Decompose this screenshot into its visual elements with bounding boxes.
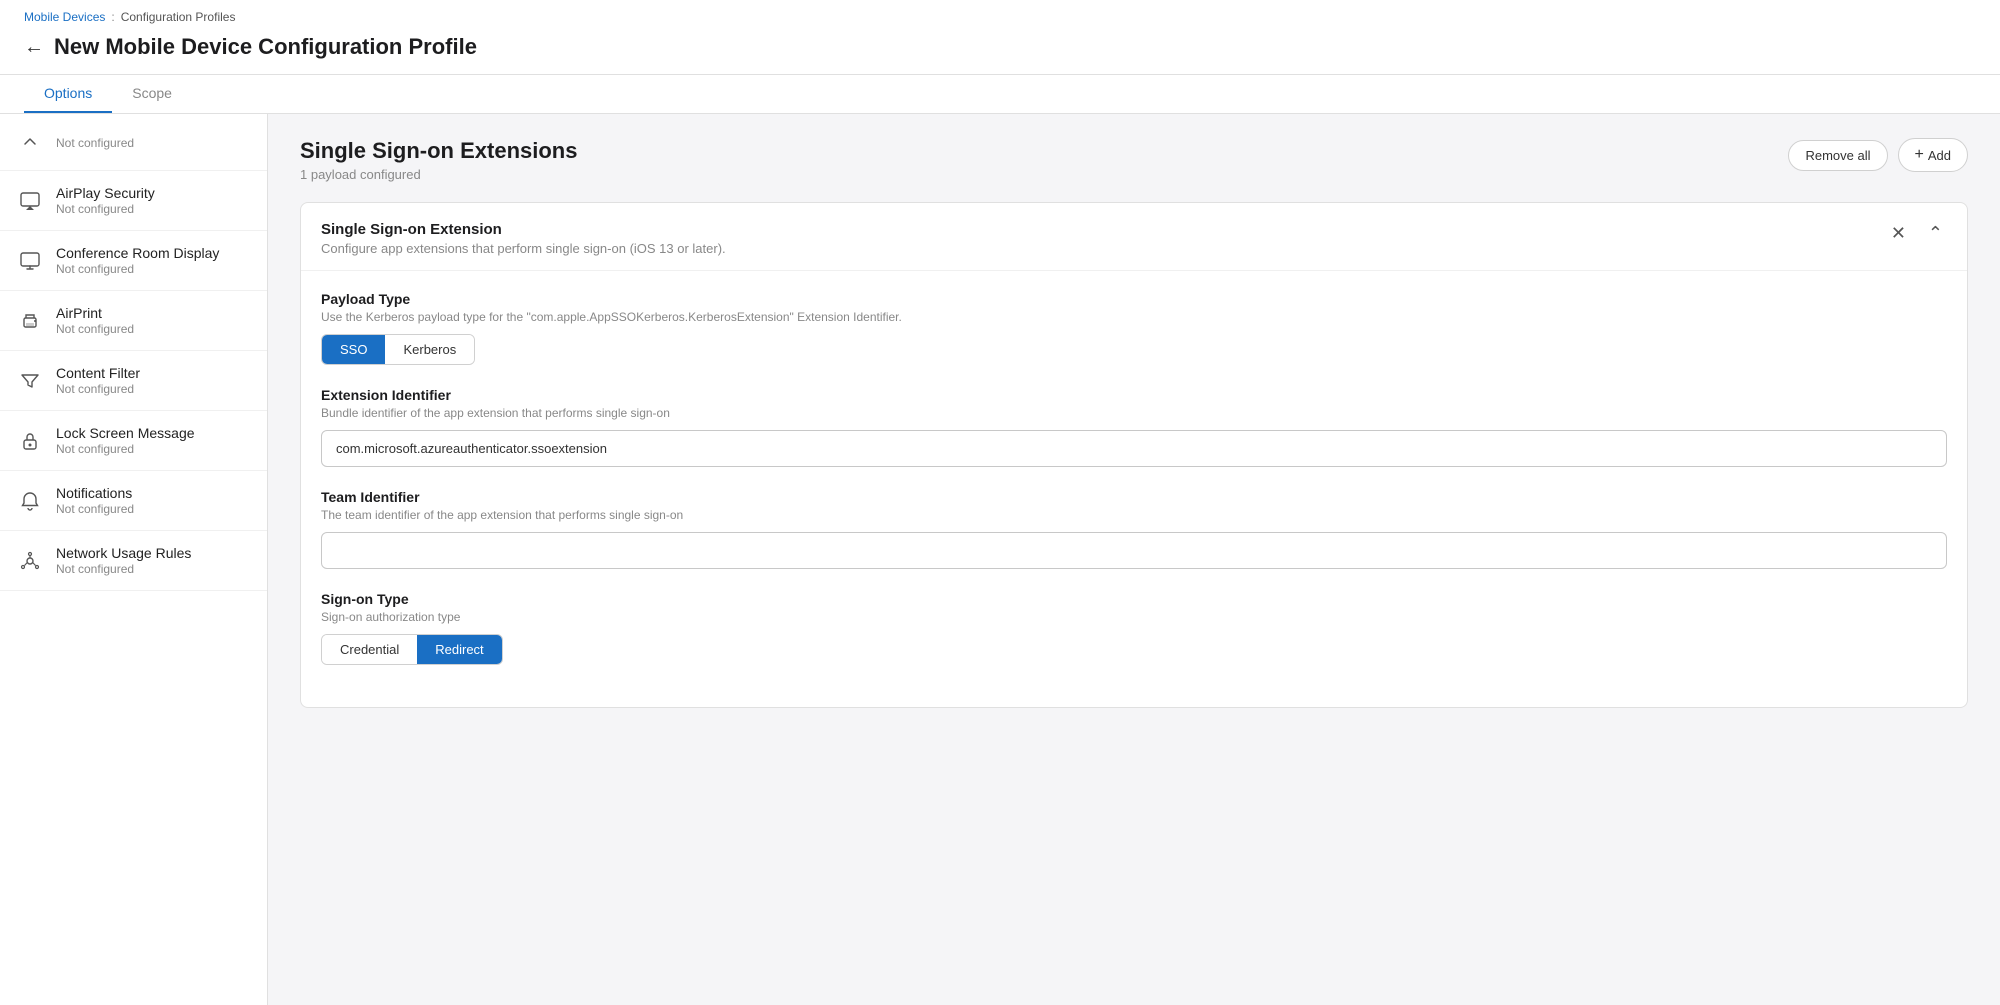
extension-identifier-label: Extension Identifier	[321, 387, 1947, 403]
content-filter-status: Not configured	[56, 382, 140, 396]
content-filter-label: Content Filter	[56, 365, 140, 381]
sidebar-item-top: Not configured	[0, 114, 267, 171]
card-description: Configure app extensions that perform si…	[321, 241, 726, 256]
breadcrumb-parent[interactable]: Mobile Devices	[24, 10, 105, 24]
card-close-button[interactable]: ✕	[1887, 221, 1910, 246]
card-collapse-button[interactable]: ⌃	[1924, 221, 1947, 246]
team-identifier-label: Team Identifier	[321, 489, 1947, 505]
payload-type-kerberos-btn[interactable]: Kerberos	[385, 335, 474, 364]
notifications-status: Not configured	[56, 502, 134, 516]
network-usage-status: Not configured	[56, 562, 191, 576]
payload-type-label: Payload Type	[321, 291, 1947, 307]
back-button[interactable]: ←	[24, 36, 44, 59]
extension-identifier-desc: Bundle identifier of the app extension t…	[321, 406, 1947, 420]
breadcrumb-current: Configuration Profiles	[121, 10, 236, 24]
tabs-bar: Options Scope	[0, 75, 2000, 114]
page-title: New Mobile Device Configuration Profile	[54, 34, 477, 60]
network-icon	[16, 547, 44, 575]
plus-icon: +	[1915, 146, 1924, 164]
notifications-label: Notifications	[56, 485, 134, 501]
payload-type-desc: Use the Kerberos payload type for the "c…	[321, 310, 1947, 324]
print-icon	[16, 307, 44, 335]
main-content: Single Sign-on Extensions 1 payload conf…	[268, 114, 2000, 1005]
airplay-security-status: Not configured	[56, 202, 155, 216]
card-header-actions: ✕ ⌃	[1887, 221, 1947, 246]
sidebar-item-network-usage[interactable]: Network Usage Rules Not configured	[0, 531, 267, 591]
display-icon	[16, 247, 44, 275]
team-identifier-desc: The team identifier of the app extension…	[321, 508, 1947, 522]
section-subtitle: 1 payload configured	[300, 167, 577, 182]
breadcrumb: Mobile Devices : Configuration Profiles	[24, 0, 1976, 28]
section-actions: Remove all + Add	[1788, 138, 1968, 172]
sidebar: Not configured AirPlay Security Not conf…	[0, 114, 268, 1005]
remove-all-button[interactable]: Remove all	[1788, 140, 1887, 171]
sidebar-item-notifications[interactable]: Notifications Not configured	[0, 471, 267, 531]
add-button[interactable]: + Add	[1898, 138, 1968, 172]
network-usage-label: Network Usage Rules	[56, 545, 191, 561]
sidebar-item-content-filter[interactable]: Content Filter Not configured	[0, 351, 267, 411]
sso-extension-card: Single Sign-on Extension Configure app e…	[300, 202, 1968, 708]
page-title-area: ← New Mobile Device Configuration Profil…	[24, 28, 1976, 74]
sidebar-item-airplay-security[interactable]: AirPlay Security Not configured	[0, 171, 267, 231]
sign-on-type-label: Sign-on Type	[321, 591, 1947, 607]
lock-screen-label: Lock Screen Message	[56, 425, 195, 441]
section-title: Single Sign-on Extensions	[300, 138, 577, 164]
section-header: Single Sign-on Extensions 1 payload conf…	[300, 138, 1968, 182]
airplay-security-label: AirPlay Security	[56, 185, 155, 201]
filter-icon	[16, 367, 44, 395]
airprint-status: Not configured	[56, 322, 134, 336]
chevron-up-icon	[16, 128, 44, 156]
team-identifier-section: Team Identifier The team identifier of t…	[321, 489, 1947, 569]
sign-on-credential-btn[interactable]: Credential	[322, 635, 417, 664]
airplay-icon	[16, 187, 44, 215]
extension-identifier-input[interactable]	[321, 430, 1947, 467]
card-body: Payload Type Use the Kerberos payload ty…	[301, 271, 1967, 707]
top-item-status: Not configured	[56, 136, 134, 150]
team-identifier-input[interactable]	[321, 532, 1947, 569]
sidebar-item-airprint[interactable]: AirPrint Not configured	[0, 291, 267, 351]
sign-on-redirect-btn[interactable]: Redirect	[417, 635, 501, 664]
sidebar-item-lock-screen[interactable]: Lock Screen Message Not configured	[0, 411, 267, 471]
conference-room-status: Not configured	[56, 262, 219, 276]
conference-room-label: Conference Room Display	[56, 245, 219, 261]
extension-identifier-section: Extension Identifier Bundle identifier o…	[321, 387, 1947, 467]
tab-scope[interactable]: Scope	[112, 75, 192, 113]
payload-type-toggle: SSO Kerberos	[321, 334, 475, 365]
sign-on-type-desc: Sign-on authorization type	[321, 610, 1947, 624]
bell-icon	[16, 487, 44, 515]
sidebar-item-conference-room[interactable]: Conference Room Display Not configured	[0, 231, 267, 291]
sign-on-type-toggle: Credential Redirect	[321, 634, 503, 665]
airprint-label: AirPrint	[56, 305, 134, 321]
add-label: Add	[1928, 148, 1951, 163]
payload-type-section: Payload Type Use the Kerberos payload ty…	[321, 291, 1947, 365]
card-title: Single Sign-on Extension	[321, 221, 726, 238]
payload-type-sso-btn[interactable]: SSO	[322, 335, 385, 364]
lock-icon	[16, 427, 44, 455]
lock-screen-status: Not configured	[56, 442, 195, 456]
breadcrumb-separator: :	[111, 10, 114, 24]
card-header: Single Sign-on Extension Configure app e…	[301, 203, 1967, 271]
sign-on-type-section: Sign-on Type Sign-on authorization type …	[321, 591, 1947, 665]
tab-options[interactable]: Options	[24, 75, 112, 113]
